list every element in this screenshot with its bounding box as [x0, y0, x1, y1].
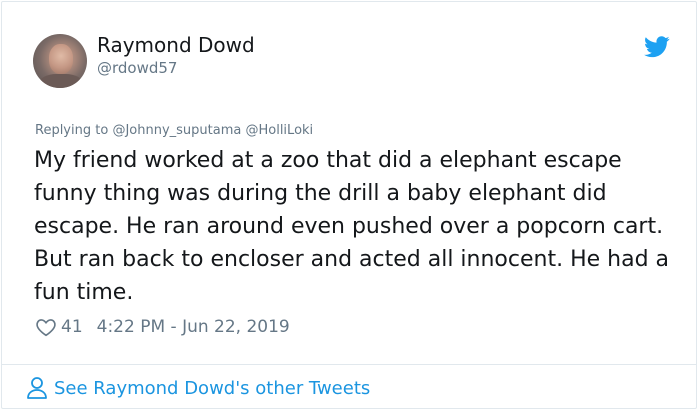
- tweet-meta: 41 4:22 PM - Jun 22, 2019: [35, 314, 290, 340]
- twitter-bird-icon[interactable]: [644, 36, 670, 58]
- heart-icon[interactable]: [35, 316, 57, 338]
- tweet-text: My friend worked at a zoo that did a ele…: [34, 148, 670, 305]
- see-other-tweets-link[interactable]: See Raymond Dowd's other Tweets: [26, 376, 370, 400]
- avatar[interactable]: [33, 34, 87, 88]
- reply-prefix: Replying to: [35, 123, 109, 138]
- reply-context: Replying to @Johnny_suputama @HolliLoki: [35, 123, 313, 138]
- mention-link[interactable]: @Johnny_suputama: [112, 123, 241, 138]
- author-handle[interactable]: @rdowd57: [97, 59, 177, 77]
- timestamp[interactable]: 4:22 PM - Jun 22, 2019: [97, 317, 290, 337]
- mention-link[interactable]: @HolliLoki: [245, 123, 313, 138]
- avatar-shirt: [39, 74, 83, 88]
- divider: [2, 364, 696, 365]
- author-name[interactable]: Raymond Dowd: [97, 33, 255, 57]
- tweet-card: Raymond Dowd @rdowd57 Replying to @Johnn…: [1, 1, 697, 409]
- avatar-face: [49, 44, 73, 74]
- person-icon: [27, 377, 47, 399]
- like-count[interactable]: 41: [61, 317, 83, 337]
- see-other-tweets-label: See Raymond Dowd's other Tweets: [54, 377, 371, 399]
